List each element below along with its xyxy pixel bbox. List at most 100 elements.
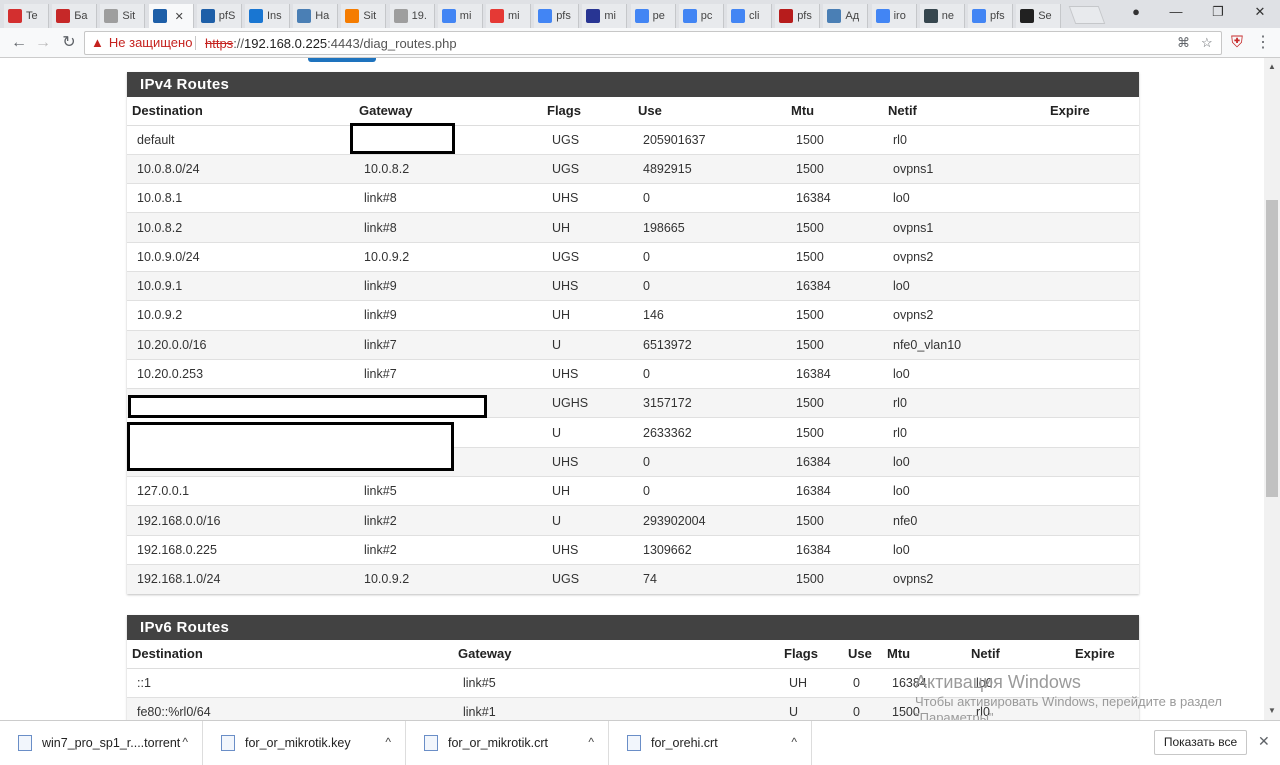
table-cell: default	[127, 124, 354, 155]
browser-tab[interactable]: Ад	[823, 4, 869, 28]
column-header[interactable]: Use	[843, 640, 882, 669]
table-cell: link#7	[354, 358, 542, 389]
browser-tab[interactable]: pfs	[968, 4, 1013, 28]
show-all-downloads-button[interactable]: Показать все	[1154, 730, 1247, 755]
browser-tab-label: Sit	[122, 10, 136, 22]
security-indicator[interactable]: ▲ Не защищено	[91, 35, 192, 50]
browser-tab-label: pfs	[990, 10, 1005, 22]
browser-tab[interactable]: ne	[919, 4, 965, 28]
ipv6-routes-table: Destination Gateway Flags Use Mtu Netif Expire…	[127, 640, 1139, 720]
presentation-icon	[56, 9, 71, 23]
reload-icon[interactable]: ↻	[58, 32, 80, 54]
grid-logo-icon	[586, 9, 601, 23]
browser-tab[interactable]: Sit	[100, 4, 146, 28]
column-header[interactable]: Flags	[779, 640, 843, 669]
column-header[interactable]: Expire	[1070, 640, 1139, 669]
download-item[interactable]: win7_pro_sp1_r....torrent ^	[0, 721, 203, 765]
browser-tab-label: pfs	[556, 10, 571, 22]
column-header[interactable]: Destination	[127, 640, 453, 669]
browser-tab-label: cli	[749, 10, 760, 22]
window-close-button[interactable]: ✕	[1240, 0, 1280, 24]
forward-arrow-icon[interactable]: →	[32, 32, 54, 54]
column-header[interactable]: Netif	[883, 97, 1045, 126]
back-arrow-icon[interactable]: ←	[8, 32, 30, 54]
previous-section-button[interactable]	[308, 58, 376, 62]
url-text[interactable]: https://192.168.0.225:4443/diag_routes.p…	[205, 36, 457, 51]
table-cell: ::1	[127, 667, 453, 698]
column-header[interactable]: Netif	[966, 640, 1070, 669]
column-header[interactable]: Mtu	[786, 97, 883, 126]
browser-tab[interactable]: Sit	[341, 4, 387, 28]
extension-shield-icon[interactable]: ⛨	[1226, 32, 1248, 54]
column-header[interactable]: Expire	[1045, 97, 1139, 126]
browser-tab[interactable]: pfs	[775, 4, 821, 28]
browser-tab[interactable]: Ба	[52, 4, 98, 28]
tab-close-icon[interactable]: ✕	[175, 10, 184, 23]
browser-tab[interactable]: pfS	[196, 4, 242, 28]
browser-tab[interactable]: pfs	[534, 4, 580, 28]
close-downloads-icon[interactable]: ✕	[1258, 733, 1270, 750]
scrollbar-thumb[interactable]	[1266, 200, 1278, 497]
table-cell: 3157172	[633, 388, 786, 418]
table-cell	[1045, 124, 1139, 155]
download-item[interactable]: for_or_mikrotik.crt ^	[406, 721, 609, 765]
s-logo-icon	[8, 9, 22, 23]
translate-icon[interactable]: ⌘	[1177, 35, 1190, 51]
scroll-down-arrow-icon[interactable]: ▼	[1268, 706, 1276, 715]
table-cell: U	[779, 696, 843, 720]
url-host: 192.168.0.225	[244, 36, 328, 51]
browser-tab[interactable]: mi	[437, 4, 483, 28]
browser-tab[interactable]: ✕	[148, 4, 194, 28]
table-row: 192.168.0.0/16 link#2 U 293902004 1500 nfe0	[127, 505, 1139, 536]
minimize-button[interactable]: —	[1156, 0, 1196, 24]
ipv4-panel-title: IPv4 Routes	[127, 72, 1139, 97]
address-bar[interactable]: ▲ Не защищено https://192.168.0.225:4443…	[84, 31, 1222, 55]
profile-icon[interactable]: ●	[1116, 0, 1156, 24]
column-header[interactable]: Use	[633, 97, 786, 126]
bookmark-star-icon[interactable]: ☆	[1201, 35, 1213, 51]
restore-button[interactable]: ❐	[1198, 0, 1238, 24]
browser-tab[interactable]: mi	[582, 4, 628, 28]
browser-tab[interactable]: pc	[678, 4, 724, 28]
column-header[interactable]: Mtu	[882, 640, 966, 669]
chevron-up-icon[interactable]: ^	[182, 735, 188, 749]
browser-tab[interactable]: Se	[1016, 4, 1062, 28]
table-cell	[1045, 300, 1139, 331]
browser-tab[interactable]: Te	[4, 4, 49, 28]
column-header[interactable]: Destination	[127, 97, 354, 126]
table-cell: 10.20.0.0/16	[127, 329, 354, 360]
browser-tab[interactable]: mi	[486, 4, 531, 28]
table-cell	[1045, 183, 1139, 213]
browser-tab-label: На	[315, 10, 330, 22]
table-cell: 1500	[786, 241, 883, 272]
chevron-up-icon[interactable]: ^	[791, 735, 797, 749]
browser-tab[interactable]: iro	[871, 4, 917, 28]
scroll-up-arrow-icon[interactable]: ▲	[1268, 62, 1276, 71]
url-protocol: https	[205, 36, 234, 51]
new-tab-button[interactable]	[1068, 6, 1106, 24]
menu-icon[interactable]: ⋮	[1252, 32, 1274, 54]
browser-tab[interactable]: pe	[630, 4, 676, 28]
browser-tab[interactable]: Ins	[245, 4, 290, 28]
table-cell: 1500	[786, 505, 883, 536]
table-cell: 10.0.8.1	[127, 183, 354, 213]
download-item[interactable]: for_or_mikrotik.key ^	[203, 721, 406, 765]
table-cell: 0	[633, 183, 786, 213]
chevron-up-icon[interactable]: ^	[385, 735, 391, 749]
page-scrollbar[interactable]: ▲ ▼	[1264, 58, 1280, 720]
download-item[interactable]: for_orehi.crt ^	[609, 721, 812, 765]
table-cell: U	[542, 417, 633, 448]
browser-tab[interactable]: На	[293, 4, 339, 28]
column-header[interactable]: Flags	[542, 97, 633, 126]
flag-icon	[1020, 9, 1035, 23]
browser-tab[interactable]: 19.	[389, 4, 435, 28]
table-cell	[1045, 446, 1139, 477]
column-header[interactable]: Gateway	[453, 640, 779, 669]
table-cell	[1045, 563, 1139, 594]
browser-tab[interactable]: cli	[727, 4, 772, 28]
table-cell: ovpns2	[883, 563, 1045, 594]
column-header[interactable]: Gateway	[354, 97, 542, 126]
table-row: fe80::%rl0/64 link#1 U 0 1500 rl0	[127, 696, 1139, 720]
table-cell	[1045, 358, 1139, 389]
chevron-up-icon[interactable]: ^	[588, 735, 594, 749]
